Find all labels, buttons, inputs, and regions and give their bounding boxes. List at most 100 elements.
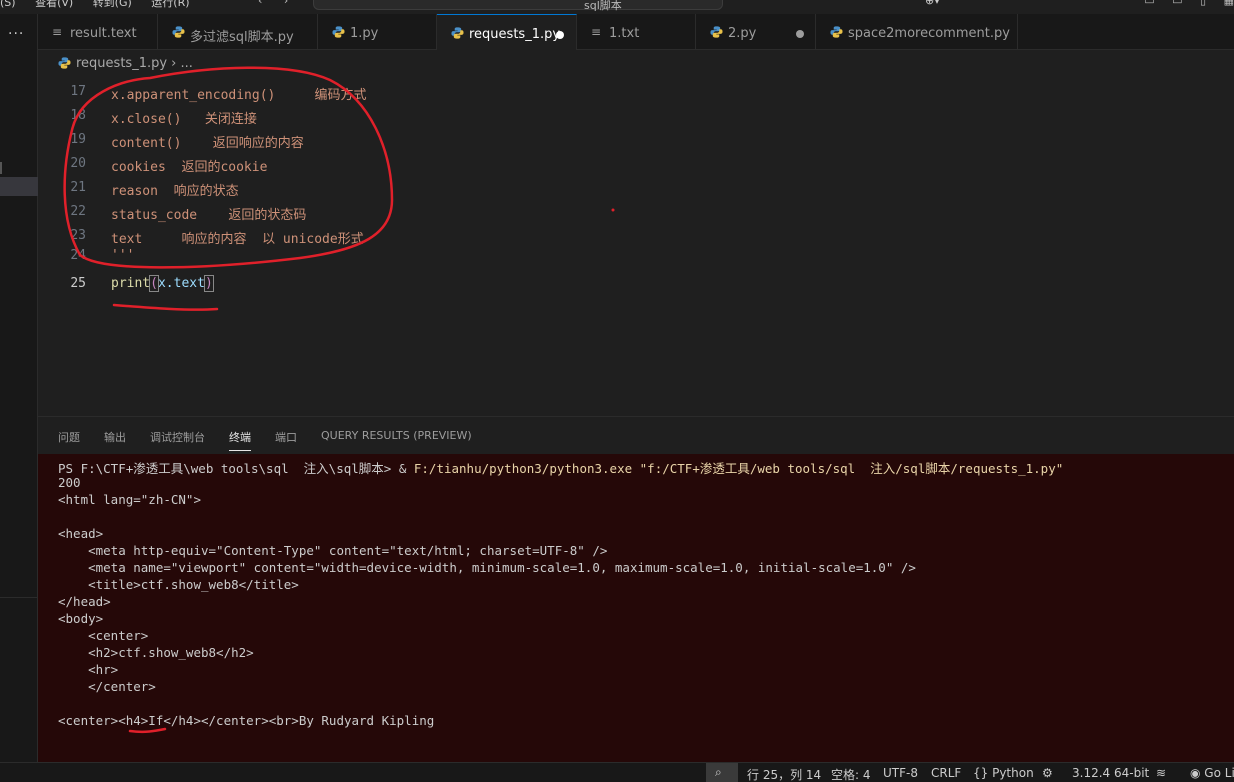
editor-tabs: ≡ result.text 多过滤sql脚本.py 1.py requests_… [38, 14, 1234, 50]
terminal-output-line: <head> [58, 526, 104, 541]
tab-label: 1.py [350, 26, 379, 41]
go-live-label: Go Live [1204, 766, 1234, 780]
line-number: 25 [70, 276, 86, 291]
more-icon[interactable]: ··· [8, 26, 24, 42]
panel-tab-query-results[interactable]: QUERY RESULTS (PREVIEW) [321, 429, 472, 442]
panel-toggle-icon[interactable]: ▭ [1172, 0, 1182, 7]
cursor-position[interactable]: 行 25，列 14 [747, 766, 821, 782]
open-paren: ( [149, 275, 159, 292]
terminal-output-line: <meta name="viewport" content="width=dev… [58, 560, 916, 575]
breadcrumb-file[interactable]: requests_1.py › ... [76, 56, 193, 71]
code-text: reason 响应的状态 [111, 184, 239, 199]
terminal-output-line: <hr> [58, 662, 119, 677]
command-center[interactable]: sql脚本 [313, 0, 723, 12]
panel-tab-problems[interactable]: 问题 [58, 429, 80, 445]
tab-label: 2.py [728, 26, 757, 41]
activity-item-selected[interactable] [0, 177, 38, 196]
status-bar: ⌕ 行 25，列 14 空格: 4 UTF-8 CRLF {} Python ⚙… [0, 762, 1234, 782]
lines-icon: ≡ [591, 25, 602, 39]
tab-result-text[interactable]: ≡ result.text [38, 14, 158, 50]
line-number: 23 [70, 228, 86, 243]
back-arrow-icon[interactable]: ‹ [258, 0, 262, 7]
tab-1-txt[interactable]: ≡ 1.txt [577, 14, 696, 50]
tab-filter-sql[interactable]: 多过滤sql脚本.py [158, 14, 318, 50]
modified-dot-icon[interactable] [796, 30, 804, 38]
code-line: 18 x.close() 关闭连接 [38, 103, 1234, 127]
terminal-output-line: <center> [58, 628, 149, 643]
line-number: 17 [70, 84, 86, 99]
code-text: print(x.text) [111, 275, 214, 292]
indentation[interactable]: 空格: 4 [831, 766, 871, 782]
sidebar-toggle-icon[interactable]: ▯ [1200, 0, 1206, 7]
zoom-icon[interactable]: ⌕ [706, 763, 738, 782]
code-line: 17 x.apparent_encoding() 编码方式 [38, 79, 1234, 103]
terminal-output-line: </head> [58, 594, 111, 609]
tab-2-py[interactable]: 2.py [696, 14, 816, 50]
customize-layout-icon[interactable]: ▦ [1224, 0, 1234, 7]
terminal-prompt: PS F:\CTF+渗透工具\web tools\sql 注入\sql脚本> & [58, 461, 414, 476]
title-bar: (S) 查看(V) 转到(G) 运行(R) ‹ › sql脚本 ⊕▾ ▭ ▭ ▯… [0, 0, 1234, 14]
tab-label: requests_1.py [469, 27, 561, 42]
activity-divider [0, 597, 38, 598]
terminal-output-line: <html lang="zh-CN"> [58, 492, 201, 507]
code-line: 21 reason 响应的状态 [38, 175, 1234, 199]
terminal-command: F:/tianhu/python3/python3.exe "f:/CTF+渗透… [413, 461, 1064, 476]
layout-icon[interactable]: ▭ [1144, 0, 1154, 7]
python-icon [830, 26, 843, 38]
tab-space2morecomment[interactable]: space2morecomment.py [816, 14, 1018, 50]
language-mode[interactable]: {} Python [973, 766, 1034, 780]
layout-controls: ▭ ▭ ▯ ▦ [1130, 0, 1234, 7]
extensions-icon[interactable]: ⚙ [1042, 766, 1053, 780]
code-line: 22 status_code 返回的状态码 [38, 199, 1234, 223]
python-icon [332, 26, 345, 38]
line-ending[interactable]: CRLF [931, 766, 961, 780]
menu-item-run[interactable]: 运行(R) [151, 0, 189, 9]
terminal-output-line: 200 [58, 475, 81, 490]
nav-arrows: ‹ › [258, 0, 306, 7]
code-text: content() 返回响应的内容 [111, 136, 304, 151]
close-paren: ) [203, 275, 214, 292]
python-icon [58, 57, 71, 69]
tab-1-py[interactable]: 1.py [318, 14, 437, 50]
breadcrumb-file-label: requests_1.py [76, 56, 168, 71]
command-center-text: sql脚本 [584, 0, 622, 12]
encoding[interactable]: UTF-8 [883, 766, 918, 780]
line-number: 21 [70, 180, 86, 195]
python-interpreter[interactable]: 3.12.4 64-bit [1072, 766, 1149, 780]
line-number: 20 [70, 156, 86, 171]
panel-tab-terminal[interactable]: 终端 [229, 429, 251, 451]
broadcast-icon[interactable]: ≋ [1156, 766, 1166, 780]
code-line: 19 content() 返回响应的内容 [38, 127, 1234, 151]
go-live-button[interactable]: ◉ Go Live [1190, 766, 1234, 780]
menu-item-view[interactable]: 查看(V) [35, 0, 73, 9]
panel-tabs: 问题 输出 调试控制台 终端 端口 QUERY RESULTS (PREVIEW… [38, 417, 1234, 453]
code-line: 20 cookies 返回的cookie [38, 151, 1234, 175]
python-icon [710, 26, 723, 38]
breadcrumb: requests_1.py › ... [38, 51, 1234, 75]
menu-item-selection[interactable]: (S) [0, 0, 16, 9]
panel-tab-debug-console[interactable]: 调试控制台 [150, 429, 205, 445]
modified-dot-icon[interactable] [556, 31, 564, 39]
line-number: 19 [70, 132, 86, 147]
code-text: ''' [111, 248, 135, 263]
print-function: print [111, 276, 151, 291]
python-icon [451, 27, 464, 39]
activity-indicator [0, 162, 2, 174]
code-text: x.apparent_encoding() 编码方式 [111, 88, 367, 103]
code-editor[interactable]: 17 x.apparent_encoding() 编码方式 18 x.close… [38, 75, 1234, 416]
menu-item-goto[interactable]: 转到(G) [93, 0, 132, 9]
line-number: 22 [70, 204, 86, 219]
activity-bar: ··· [0, 14, 38, 762]
terminal[interactable]: PS F:\CTF+渗透工具\web tools\sql 注入\sql脚本> &… [38, 454, 1234, 763]
panel-tab-ports[interactable]: 端口 [275, 429, 297, 445]
tab-label: space2morecomment.py [848, 26, 1010, 41]
forward-arrow-icon[interactable]: › [284, 0, 288, 7]
python-icon [172, 26, 185, 38]
code-line: 24 ''' [38, 243, 1234, 267]
panel-tab-output[interactable]: 输出 [104, 429, 126, 445]
terminal-output-line: <center><h4>If</h4></center><br>By Rudya… [58, 713, 435, 728]
code-text: cookies 返回的cookie [111, 160, 268, 175]
copilot-icon[interactable]: ⊕▾ [925, 0, 940, 7]
lines-icon: ≡ [52, 25, 63, 39]
tab-requests-1-py[interactable]: requests_1.py [437, 14, 577, 50]
